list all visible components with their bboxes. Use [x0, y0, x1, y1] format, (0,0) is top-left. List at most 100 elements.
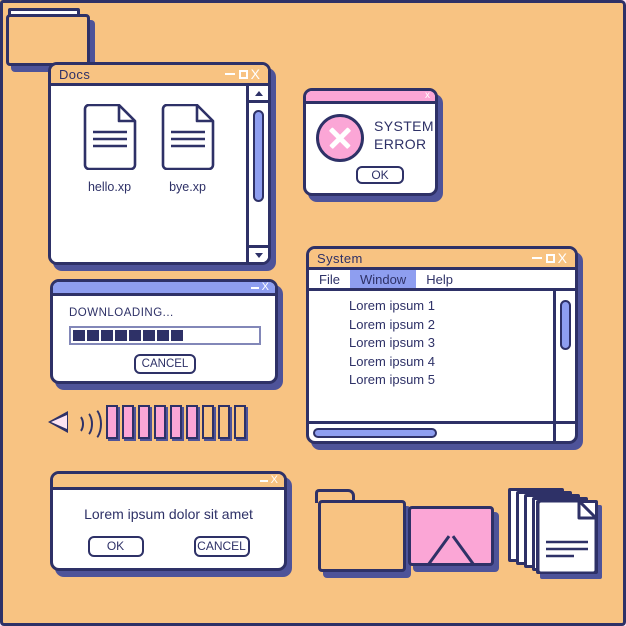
file-item[interactable]: bye.xp: [157, 103, 219, 262]
file-name: hello.xp: [87, 180, 132, 194]
download-window-controls[interactable]: X: [250, 282, 269, 293]
volume-bar[interactable]: [234, 405, 246, 439]
volume-bar[interactable]: [170, 405, 182, 439]
docs-title: Docs: [59, 66, 91, 82]
envelope-icon[interactable]: [408, 506, 494, 566]
progress-block: [115, 330, 127, 341]
scrollbar-corner: [553, 424, 575, 441]
file-item[interactable]: hello.xp: [79, 103, 141, 262]
speaker-cone-inner: [51, 414, 67, 429]
volume-bar[interactable]: [202, 405, 214, 439]
scrollbar-thumb[interactable]: [313, 427, 437, 438]
folder-front: [6, 14, 90, 66]
volume-bars[interactable]: [106, 405, 246, 439]
system-window-body: Lorem ipsum 1 Lorem ipsum 2 Lorem ipsum …: [309, 291, 575, 421]
scrollbar-thumb[interactable]: [560, 300, 571, 350]
close-icon[interactable]: X: [262, 282, 269, 293]
scroll-up-button[interactable]: [249, 86, 268, 103]
progress-bar: [69, 326, 261, 345]
cancel-button[interactable]: CANCEL: [193, 535, 250, 557]
x-circle-icon: [316, 114, 364, 162]
progress-block: [73, 330, 85, 341]
docs-vertical-scrollbar[interactable]: [246, 86, 268, 262]
desktop-canvas: Docs X hello.xp bye.xp x SYSTEM ERROR OK…: [0, 0, 626, 626]
volume-bar[interactable]: [154, 405, 166, 439]
folder-body: [318, 500, 406, 572]
progress-block: [87, 330, 99, 341]
menu-item-file[interactable]: File: [309, 270, 350, 288]
ok-button[interactable]: OK: [87, 535, 144, 557]
lorem-message: Lorem ipsum dolor sit amet: [84, 505, 253, 522]
open-folder-icon[interactable]: [0, 0, 626, 626]
scrollbar-thumb[interactable]: [253, 110, 264, 202]
chevron-up-icon: [254, 90, 263, 96]
menu-item-window[interactable]: Window: [349, 270, 417, 288]
list-item[interactable]: Lorem ipsum 1: [349, 297, 553, 315]
system-horizontal-scrollbar[interactable]: [309, 421, 575, 441]
error-message-line2: ERROR: [374, 135, 427, 152]
download-body: DOWNLOADING... CANCEL: [53, 296, 275, 381]
docs-window-controls[interactable]: X: [224, 67, 260, 81]
close-icon[interactable]: X: [251, 67, 260, 81]
minimize-icon[interactable]: [259, 479, 268, 482]
file-name: bye.xp: [169, 180, 206, 194]
scroll-down-button[interactable]: [249, 245, 268, 262]
lorem-title-bar[interactable]: X: [53, 474, 284, 490]
lorem-button-row: OK CANCEL: [87, 535, 250, 557]
list-item[interactable]: Lorem ipsum 5: [349, 371, 553, 389]
ok-button[interactable]: OK: [356, 166, 404, 184]
chevron-down-icon: [254, 252, 263, 258]
list-item[interactable]: Lorem ipsum 4: [349, 353, 553, 371]
document-stack-icon[interactable]: [508, 488, 598, 574]
maximize-icon[interactable]: [238, 69, 248, 79]
progress-block: [129, 330, 141, 341]
folder-icon[interactable]: [315, 489, 406, 572]
system-title: System: [317, 250, 363, 266]
volume-bar[interactable]: [138, 405, 150, 439]
minimize-icon[interactable]: [224, 73, 235, 75]
list-item[interactable]: Lorem ipsum 3: [349, 334, 553, 352]
close-icon[interactable]: X: [558, 251, 567, 265]
close-icon[interactable]: x: [425, 91, 430, 101]
system-window[interactable]: System X File Window Help Lorem ipsum 1 …: [306, 246, 578, 444]
lorem-dialog-body: Lorem ipsum dolor sit amet OK CANCEL: [53, 490, 284, 568]
error-message: SYSTEM ERROR: [374, 114, 434, 153]
document-icon: [83, 103, 136, 171]
maximize-icon[interactable]: [545, 253, 555, 263]
system-error-dialog[interactable]: x SYSTEM ERROR OK: [303, 88, 438, 196]
document-icon: [536, 500, 598, 574]
system-list: Lorem ipsum 1 Lorem ipsum 2 Lorem ipsum …: [309, 291, 553, 421]
error-message-line1: SYSTEM: [374, 118, 434, 134]
download-title-bar[interactable]: X: [53, 282, 275, 296]
error-window-controls[interactable]: x: [425, 91, 430, 101]
error-title-bar[interactable]: x: [306, 91, 435, 104]
downloading-window[interactable]: X DOWNLOADING... CANCEL: [50, 279, 278, 384]
error-dialog-body: SYSTEM ERROR OK: [306, 104, 435, 193]
system-window-controls[interactable]: X: [531, 251, 567, 265]
docs-window[interactable]: Docs X hello.xp bye.xp: [48, 62, 271, 265]
list-item[interactable]: Lorem ipsum 2: [349, 316, 553, 334]
cancel-button[interactable]: CANCEL: [134, 354, 196, 374]
minimize-icon[interactable]: [250, 286, 259, 289]
volume-bar[interactable]: [122, 405, 134, 439]
horizontal-scroll-track[interactable]: [309, 424, 553, 441]
progress-block: [171, 330, 183, 341]
download-status-label: DOWNLOADING...: [69, 307, 174, 319]
lorem-dialog[interactable]: X Lorem ipsum dolor sit amet OK CANCEL: [50, 471, 287, 571]
volume-bar[interactable]: [106, 405, 118, 439]
system-menu-bar[interactable]: File Window Help: [309, 270, 575, 291]
system-title-bar[interactable]: System X: [309, 249, 575, 270]
menu-item-help[interactable]: Help: [416, 270, 463, 288]
docs-window-body: hello.xp bye.xp: [51, 86, 268, 262]
volume-bar[interactable]: [186, 405, 198, 439]
system-vertical-scrollbar[interactable]: [553, 291, 575, 421]
stack-front-page: [536, 500, 598, 574]
lorem-window-controls[interactable]: X: [259, 475, 278, 486]
speaker-icon[interactable]: [48, 405, 102, 442]
close-icon[interactable]: X: [271, 475, 278, 486]
progress-block: [101, 330, 113, 341]
volume-bar[interactable]: [218, 405, 230, 439]
docs-title-bar[interactable]: Docs X: [51, 65, 268, 86]
progress-block: [157, 330, 169, 341]
minimize-icon[interactable]: [531, 257, 542, 259]
